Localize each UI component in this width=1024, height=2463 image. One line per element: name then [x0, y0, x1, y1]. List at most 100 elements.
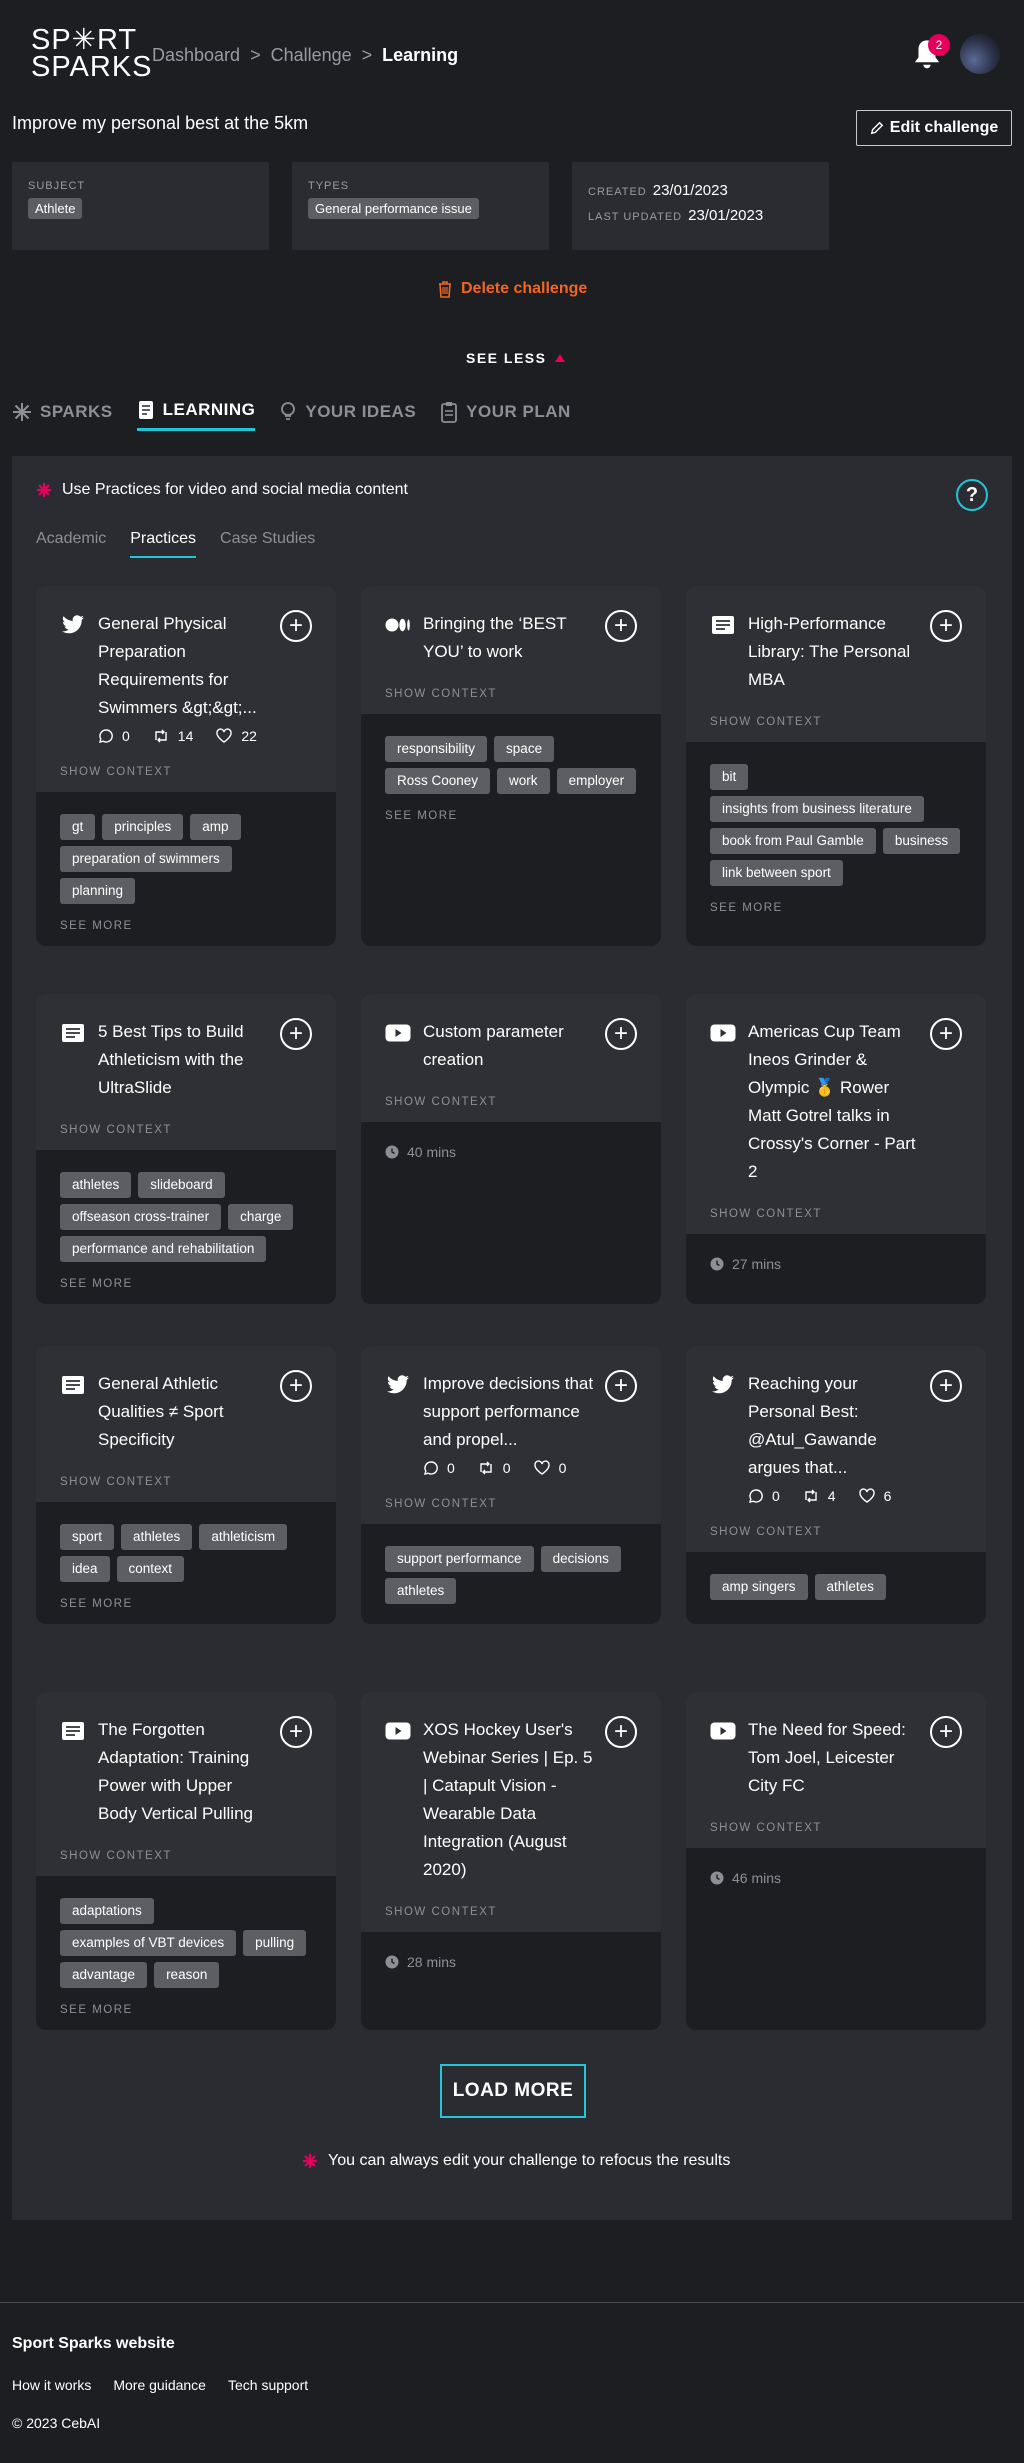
tag-chip[interactable]: offseason cross-trainer — [60, 1204, 222, 1230]
tag-chip[interactable]: preparation of swimmers — [60, 846, 232, 872]
tag-chip[interactable]: responsibility — [385, 736, 488, 762]
tag-chip[interactable]: business — [882, 828, 961, 854]
add-to-plan-button[interactable]: + — [280, 1716, 312, 1748]
show-context-toggle[interactable]: SHOW CONTEXT — [710, 1208, 962, 1220]
card-title[interactable]: Custom parameter creation — [423, 1018, 599, 1074]
practice-card[interactable]: The Forgotten Adaptation: Training Power… — [36, 1692, 336, 2030]
add-to-plan-button[interactable]: + — [605, 1716, 637, 1748]
practice-card[interactable]: Improve decisions that support performan… — [361, 1346, 661, 1624]
practice-card[interactable]: Americas Cup Team Ineos Grinder & Olympi… — [686, 994, 986, 1304]
tag-chip[interactable]: work — [497, 768, 550, 794]
tag-chip[interactable]: athletes — [121, 1524, 193, 1550]
card-title[interactable]: General Athletic Qualities ≠ Sport Speci… — [98, 1370, 274, 1454]
tag-chip[interactable]: athletes — [60, 1172, 132, 1198]
tag-chip[interactable]: athleticism — [199, 1524, 288, 1550]
sport-sparks-logo[interactable]: SP✳RT SPARKS — [31, 26, 153, 82]
tag-chip[interactable]: decisions — [540, 1546, 621, 1572]
subtab-case-studies[interactable]: Case Studies — [220, 530, 315, 558]
tag-chip[interactable]: performance and rehabilitation — [60, 1236, 267, 1262]
tag-chip[interactable]: examples of VBT devices — [60, 1930, 237, 1956]
show-context-toggle[interactable]: SHOW CONTEXT — [60, 1124, 312, 1136]
help-button[interactable]: ? — [956, 479, 988, 511]
delete-challenge-button[interactable]: Delete challenge — [437, 280, 587, 298]
show-context-toggle[interactable]: SHOW CONTEXT — [385, 688, 637, 700]
show-context-toggle[interactable]: SHOW CONTEXT — [60, 1476, 312, 1488]
add-to-plan-button[interactable]: + — [280, 1018, 312, 1050]
tag-chip[interactable]: context — [116, 1556, 185, 1582]
tag-chip[interactable]: bit — [710, 764, 749, 790]
footer-link-how-it-works[interactable]: How it works — [12, 2377, 91, 2393]
show-context-toggle[interactable]: SHOW CONTEXT — [710, 716, 962, 728]
practice-card[interactable]: High-Performance Library: The Personal M… — [686, 586, 986, 946]
tag-chip[interactable]: amp singers — [710, 1574, 808, 1600]
practice-card[interactable]: Bringing the ‘BEST YOU’ to work + SHOW CON… — [361, 586, 661, 946]
add-to-plan-button[interactable]: + — [930, 1018, 962, 1050]
edit-challenge-button[interactable]: Edit challenge — [856, 110, 1012, 146]
tag-chip[interactable]: link between sport — [710, 860, 843, 886]
see-more-link[interactable]: SEE MORE — [60, 2004, 312, 2016]
card-title[interactable]: The Forgotten Adaptation: Training Power… — [98, 1716, 274, 1828]
tag-chip[interactable]: sport — [60, 1524, 115, 1550]
card-title[interactable]: The Need for Speed: Tom Joel, Leicester … — [748, 1716, 924, 1800]
tab-your-plan[interactable]: YOUR PLAN — [440, 401, 571, 431]
tag-chip[interactable]: planning — [60, 878, 136, 904]
add-to-plan-button[interactable]: + — [930, 610, 962, 642]
tag-chip[interactable]: space — [494, 736, 555, 762]
tag-chip[interactable]: principles — [102, 814, 184, 840]
tag-chip[interactable]: advantage — [60, 1962, 148, 1988]
tag-chip[interactable]: Ross Cooney — [385, 768, 491, 794]
subtab-academic[interactable]: Academic — [36, 530, 106, 558]
see-more-link[interactable]: SEE MORE — [710, 902, 962, 914]
see-more-link[interactable]: SEE MORE — [385, 810, 637, 822]
card-title[interactable]: 5 Best Tips to Build Athleticism with th… — [98, 1018, 274, 1102]
breadcrumb-challenge[interactable]: Challenge — [271, 45, 352, 66]
show-context-toggle[interactable]: SHOW CONTEXT — [60, 766, 312, 778]
show-context-toggle[interactable]: SHOW CONTEXT — [385, 1096, 637, 1108]
show-context-toggle[interactable]: SHOW CONTEXT — [385, 1498, 637, 1510]
tag-chip[interactable]: insights from business literature — [710, 796, 924, 822]
add-to-plan-button[interactable]: + — [930, 1716, 962, 1748]
tag-chip[interactable]: employer — [556, 768, 637, 794]
tag-chip[interactable]: idea — [60, 1556, 110, 1582]
see-less-toggle[interactable]: SEE LESS — [466, 350, 566, 366]
tab-sparks[interactable]: SPARKS — [12, 402, 113, 430]
tag-chip[interactable]: gt — [60, 814, 96, 840]
footer-title[interactable]: Sport Sparks website — [12, 2335, 1012, 2353]
tag-chip[interactable]: slideboard — [138, 1172, 225, 1198]
tag-chip[interactable]: reason — [154, 1962, 220, 1988]
show-context-toggle[interactable]: SHOW CONTEXT — [60, 1850, 312, 1862]
tag-chip[interactable]: pulling — [243, 1930, 307, 1956]
add-to-plan-button[interactable]: + — [605, 610, 637, 642]
card-title[interactable]: Improve decisions that support performan… — [423, 1370, 599, 1454]
practice-card[interactable]: Custom parameter creation + SHOW CONTEXT 40… — [361, 994, 661, 1304]
tab-your-ideas[interactable]: YOUR IDEAS — [279, 401, 416, 431]
card-title[interactable]: High-Performance Library: The Personal M… — [748, 610, 924, 694]
card-title[interactable]: Bringing the ‘BEST YOU’ to work — [423, 610, 599, 666]
add-to-plan-button[interactable]: + — [605, 1018, 637, 1050]
tag-chip[interactable]: support performance — [385, 1546, 534, 1572]
practice-card[interactable]: 5 Best Tips to Build Athleticism with th… — [36, 994, 336, 1304]
tab-learning[interactable]: LEARNING — [136, 400, 256, 431]
see-more-link[interactable]: SEE MORE — [60, 1598, 312, 1610]
add-to-plan-button[interactable]: + — [605, 1370, 637, 1402]
add-to-plan-button[interactable]: + — [280, 610, 312, 642]
see-more-link[interactable]: SEE MORE — [60, 1278, 312, 1290]
tag-chip[interactable]: amp — [190, 814, 241, 840]
practice-card[interactable]: The Need for Speed: Tom Joel, Leicester … — [686, 1692, 986, 2030]
footer-link-more-guidance[interactable]: More guidance — [113, 2377, 206, 2393]
card-title[interactable]: Reaching your Personal Best: @Atul_Gawan… — [748, 1370, 924, 1482]
show-context-toggle[interactable]: SHOW CONTEXT — [385, 1906, 637, 1918]
tag-chip[interactable]: athletes — [385, 1578, 457, 1604]
card-title[interactable]: Americas Cup Team Ineos Grinder & Olympi… — [748, 1018, 924, 1186]
tag-chip[interactable]: book from Paul Gamble — [710, 828, 876, 854]
add-to-plan-button[interactable]: + — [280, 1370, 312, 1402]
practice-card[interactable]: Reaching your Personal Best: @Atul_Gawan… — [686, 1346, 986, 1624]
see-more-link[interactable]: SEE MORE — [60, 920, 312, 932]
avatar[interactable] — [960, 34, 1000, 74]
practice-card[interactable]: XOS Hockey User's Webinar Series | Ep. 5… — [361, 1692, 661, 2030]
practice-card[interactable]: General Athletic Qualities ≠ Sport Speci… — [36, 1346, 336, 1624]
card-title[interactable]: General Physical Preparation Requirement… — [98, 610, 274, 722]
load-more-button[interactable]: LOAD MORE — [440, 2064, 586, 2118]
subtab-practices[interactable]: Practices — [130, 530, 197, 558]
show-context-toggle[interactable]: SHOW CONTEXT — [710, 1526, 962, 1538]
